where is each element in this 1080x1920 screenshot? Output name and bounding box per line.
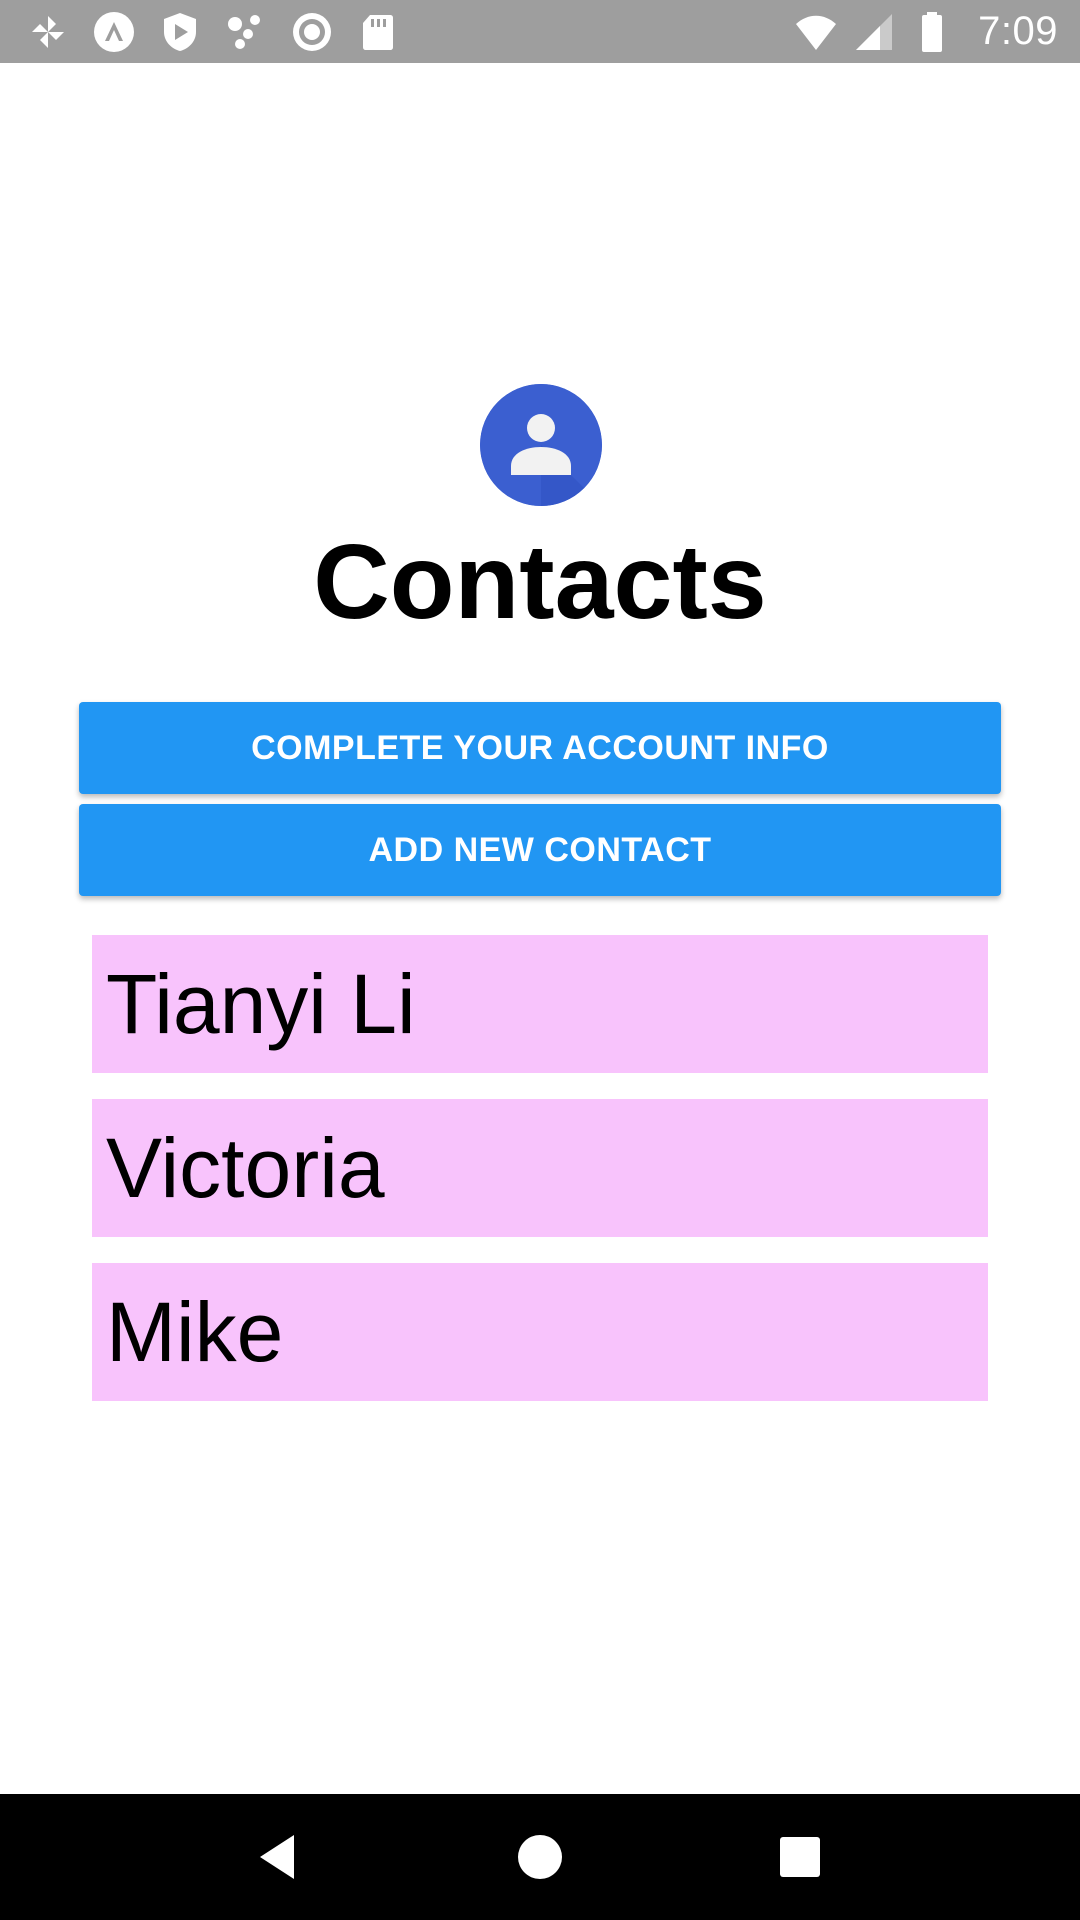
pinwheel-icon — [26, 10, 70, 54]
status-bar: 7:09 — [0, 0, 1080, 63]
status-notification-icons — [26, 10, 400, 54]
contact-item[interactable]: Victoria — [92, 1099, 988, 1237]
app-screen: 7:09 Contacts COMPLETE YOUR ACCOUNT INFO… — [0, 0, 1080, 1920]
status-time: 7:09 — [978, 9, 1058, 53]
signal-icon — [852, 10, 896, 54]
play-protect-icon — [158, 10, 202, 54]
complete-account-info-button[interactable]: COMPLETE YOUR ACCOUNT INFO — [79, 702, 1001, 794]
contact-item[interactable]: Tianyi Li — [92, 935, 988, 1073]
contact-list: Tianyi Li Victoria Mike — [92, 935, 988, 1427]
contacts-app-icon — [480, 384, 602, 506]
page-title: Contacts — [313, 523, 767, 641]
record-icon — [290, 10, 334, 54]
status-system-icons: 7:09 — [794, 9, 1058, 54]
recents-icon[interactable] — [765, 1822, 835, 1892]
add-new-contact-button[interactable]: ADD NEW CONTACT — [79, 804, 1001, 896]
sd-card-icon — [356, 10, 400, 54]
contact-item[interactable]: Mike — [92, 1263, 988, 1401]
wifi-icon — [794, 10, 838, 54]
back-icon[interactable] — [245, 1822, 315, 1892]
home-icon[interactable] — [505, 1822, 575, 1892]
navigation-bar — [0, 1794, 1080, 1920]
battery-icon — [910, 10, 954, 54]
network-dots-icon — [224, 10, 268, 54]
expo-icon — [92, 10, 136, 54]
